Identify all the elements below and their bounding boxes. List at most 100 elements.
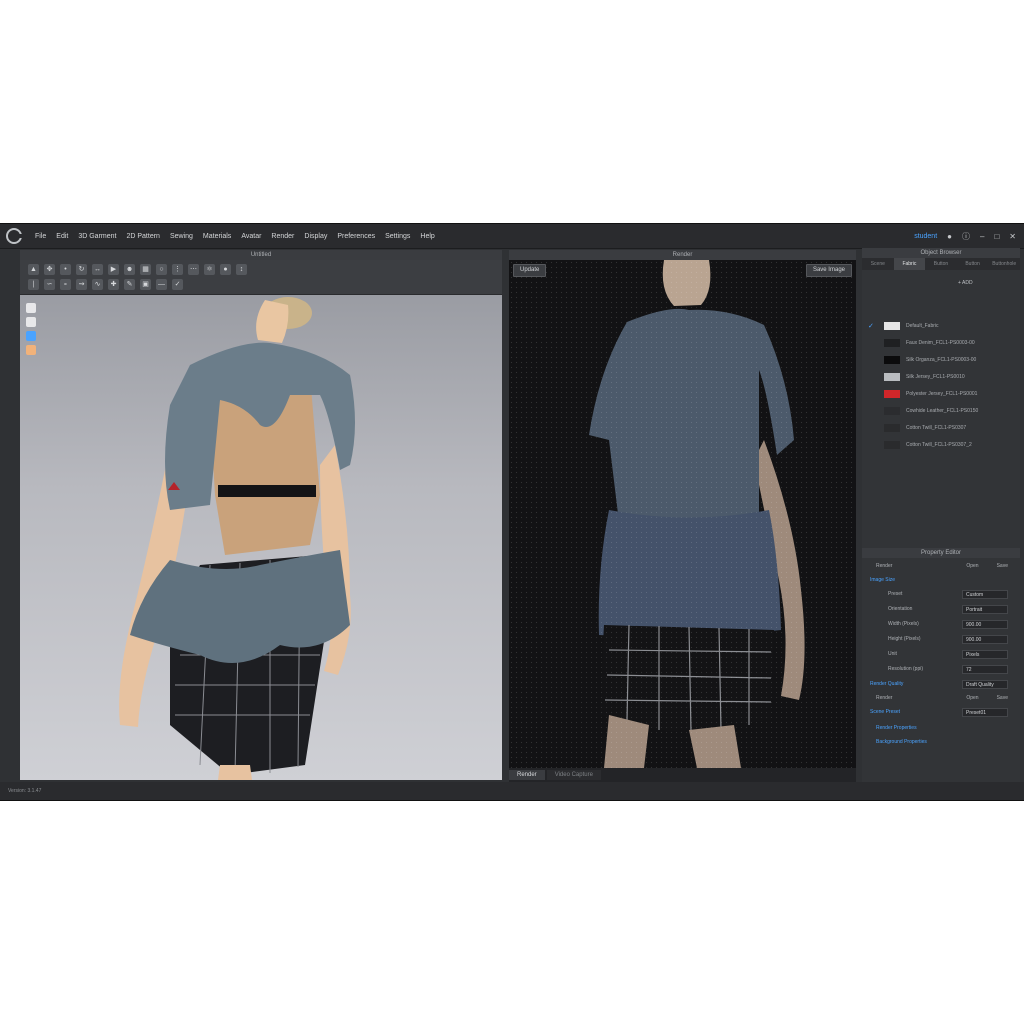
menu-file[interactable]: File xyxy=(30,233,51,240)
right-sidebar: Object Browser Scene Fabric Button Butto… xyxy=(862,248,1020,796)
object-browser-tabs: Scene Fabric Button Button Buttonhole xyxy=(862,258,1020,270)
tab-fabric[interactable]: Fabric xyxy=(893,258,926,270)
fabric-name: Silk Organza_FCL1-PS0003-00 xyxy=(906,357,977,363)
brush-tool-icon[interactable]: ✎ xyxy=(124,279,135,290)
property-value-field[interactable]: 72 xyxy=(962,664,1008,674)
property-label: Orientation xyxy=(888,606,913,612)
fabric-name: Cotton Twill_FCL1-PS0307 xyxy=(906,425,967,431)
save-button[interactable]: Save xyxy=(997,563,1008,569)
add-fabric-button[interactable]: + ADD xyxy=(958,280,973,286)
simulate-icon[interactable]: ▶ xyxy=(108,264,119,275)
measure-tool-icon[interactable]: ↔ xyxy=(92,264,103,275)
property-value-field[interactable]: 900.00 xyxy=(962,634,1008,644)
line-tool-icon[interactable]: — xyxy=(156,279,167,290)
menu-materials[interactable]: Materials xyxy=(198,233,236,240)
close-icon[interactable]: ✕ xyxy=(1009,232,1016,241)
select-tool-icon[interactable]: ▲ xyxy=(28,264,39,275)
user-icon[interactable]: ● xyxy=(947,232,952,241)
fabric-list-item[interactable]: Silk Jersey_FCL1-PS0010 xyxy=(868,371,1016,383)
fabric-list-item[interactable]: ✓ Default_Fabric xyxy=(868,320,1016,332)
tab-buttonhole[interactable]: Buttonhole xyxy=(988,258,1020,270)
fabric-list-item[interactable]: Faux Denim_FCL1-PS0003-00 xyxy=(868,337,1016,349)
render-title: Render xyxy=(509,250,856,260)
tab-video-capture[interactable]: Video Capture xyxy=(546,770,601,780)
property-value-field[interactable]: Custom xyxy=(962,589,1008,599)
menu-3d-garment[interactable]: 3D Garment xyxy=(73,233,121,240)
menu-render[interactable]: Render xyxy=(266,233,299,240)
edit-curve-icon[interactable]: ∽ xyxy=(44,279,55,290)
check-tool-icon[interactable]: ✓ xyxy=(172,279,183,290)
fabric-name: Silk Jersey_FCL1-PS0010 xyxy=(906,374,965,380)
property-value-field[interactable]: Pixels xyxy=(962,649,1008,659)
render-quality-select[interactable]: Draft Quality xyxy=(962,679,1008,689)
button-tool-icon[interactable]: ○ xyxy=(156,264,167,275)
property-value-field[interactable]: 900.00 xyxy=(962,619,1008,629)
property-label: Resolution (ppi) xyxy=(888,666,924,672)
view3d-toolbar: ▲ ✥ • ↻ ↔ ▶ ☻ ▦ ○ ⋮ ⋯ ⚛ ● ↕ ∣ ∽ ∘ ⇝ ∿ ✚ … xyxy=(20,260,502,295)
pe-render-quality-row[interactable]: Render Quality Draft Quality xyxy=(866,678,1018,690)
trace-tool-icon[interactable]: ⇝ xyxy=(76,279,87,290)
info-icon[interactable]: ⓘ xyxy=(962,231,970,242)
tab-render[interactable]: Render xyxy=(509,770,545,780)
fabric-name: Cotton Twill_FCL1-PS0307_2 xyxy=(906,442,972,448)
save-button-2[interactable]: Save xyxy=(997,695,1008,701)
menu-help[interactable]: Help xyxy=(415,233,439,240)
fabric-list-item[interactable]: Cotton Twill_FCL1-PS0307_2 xyxy=(868,439,1016,451)
seam-tool-icon[interactable]: ∿ xyxy=(92,279,103,290)
segment-tool-icon[interactable]: ∣ xyxy=(28,279,39,290)
garment-3d-figure xyxy=(119,297,355,780)
run-icon[interactable]: ⚛ xyxy=(204,264,215,275)
topstitch-tool-icon[interactable]: ⋯ xyxy=(188,264,199,275)
fabric-swatch xyxy=(884,441,900,449)
lock-tool-icon[interactable]: ● xyxy=(220,264,231,275)
graphic-tool-icon[interactable]: ▣ xyxy=(140,279,151,290)
tab-button-2[interactable]: Button xyxy=(957,258,989,270)
property-value-field[interactable]: Portrait xyxy=(962,604,1008,614)
open-button[interactable]: Open xyxy=(966,563,978,569)
tab-scene[interactable]: Scene xyxy=(862,258,894,270)
menu-preferences[interactable]: Preferences xyxy=(332,233,380,240)
menu-avatar[interactable]: Avatar xyxy=(236,233,266,240)
pe-scene-preset-row[interactable]: Scene Preset Preset01 xyxy=(866,706,1018,718)
view3d-viewport[interactable] xyxy=(20,295,502,780)
scene-preset-select[interactable]: Preset01 xyxy=(962,707,1008,717)
avatar-tool-icon[interactable]: ☻ xyxy=(124,264,135,275)
move-tool-icon[interactable]: ✥ xyxy=(44,264,55,275)
property-label: Preset xyxy=(888,591,903,597)
tack-tool-icon[interactable]: ✚ xyxy=(108,279,119,290)
fabric-swatch xyxy=(884,356,900,364)
render-viewport[interactable]: Update Save Image xyxy=(509,260,856,768)
property-row: Unit Pixels xyxy=(866,648,1018,660)
render-tabs: Render Video Capture xyxy=(509,770,601,780)
pe-render-properties-section[interactable]: Render Properties xyxy=(866,722,1018,734)
fold-tool-icon[interactable]: ↻ xyxy=(76,264,87,275)
menu-bar: File Edit 3D Garment 2D Pattern Sewing M… xyxy=(0,224,1024,249)
update-button[interactable]: Update xyxy=(513,264,547,277)
menu-edit[interactable]: Edit xyxy=(51,233,73,240)
zipper-tool-icon[interactable]: ⋮ xyxy=(172,264,183,275)
minimize-icon[interactable]: – xyxy=(980,232,984,241)
property-label: Unit xyxy=(888,651,897,657)
point-tool-icon[interactable]: ∘ xyxy=(60,279,71,290)
menu-settings[interactable]: Settings xyxy=(380,233,415,240)
maximize-icon[interactable]: □ xyxy=(994,232,999,241)
open-button-2[interactable]: Open xyxy=(966,695,978,701)
texture-tool-icon[interactable]: ▦ xyxy=(140,264,151,275)
pe-background-properties-section[interactable]: Background Properties xyxy=(866,736,1018,748)
deform-tool-icon[interactable]: ↕ xyxy=(236,264,247,275)
user-name[interactable]: student xyxy=(914,233,937,240)
pe-image-size-section[interactable]: Image Size xyxy=(866,574,1018,586)
pin-tool-icon[interactable]: • xyxy=(60,264,71,275)
save-image-button[interactable]: Save Image xyxy=(805,264,852,277)
tab-button[interactable]: Button xyxy=(925,258,957,270)
window-controls: student ● ⓘ – □ ✕ xyxy=(914,231,1024,242)
fabric-list-item[interactable]: Silk Organza_FCL1-PS0003-00 xyxy=(868,354,1016,366)
fabric-list-item[interactable]: Cowhide Leather_FCL1-PS0150 xyxy=(868,405,1016,417)
fabric-name: Polyester Jersey_FCL1-PS0001 xyxy=(906,391,978,397)
fabric-list-item[interactable]: Polyester Jersey_FCL1-PS0001 xyxy=(868,388,1016,400)
menu-2d-pattern[interactable]: 2D Pattern xyxy=(121,233,164,240)
menu-display[interactable]: Display xyxy=(299,233,332,240)
fabric-list-item[interactable]: Cotton Twill_FCL1-PS0307 xyxy=(868,422,1016,434)
view3d-title: Untitled xyxy=(20,250,502,260)
menu-sewing[interactable]: Sewing xyxy=(165,233,198,240)
